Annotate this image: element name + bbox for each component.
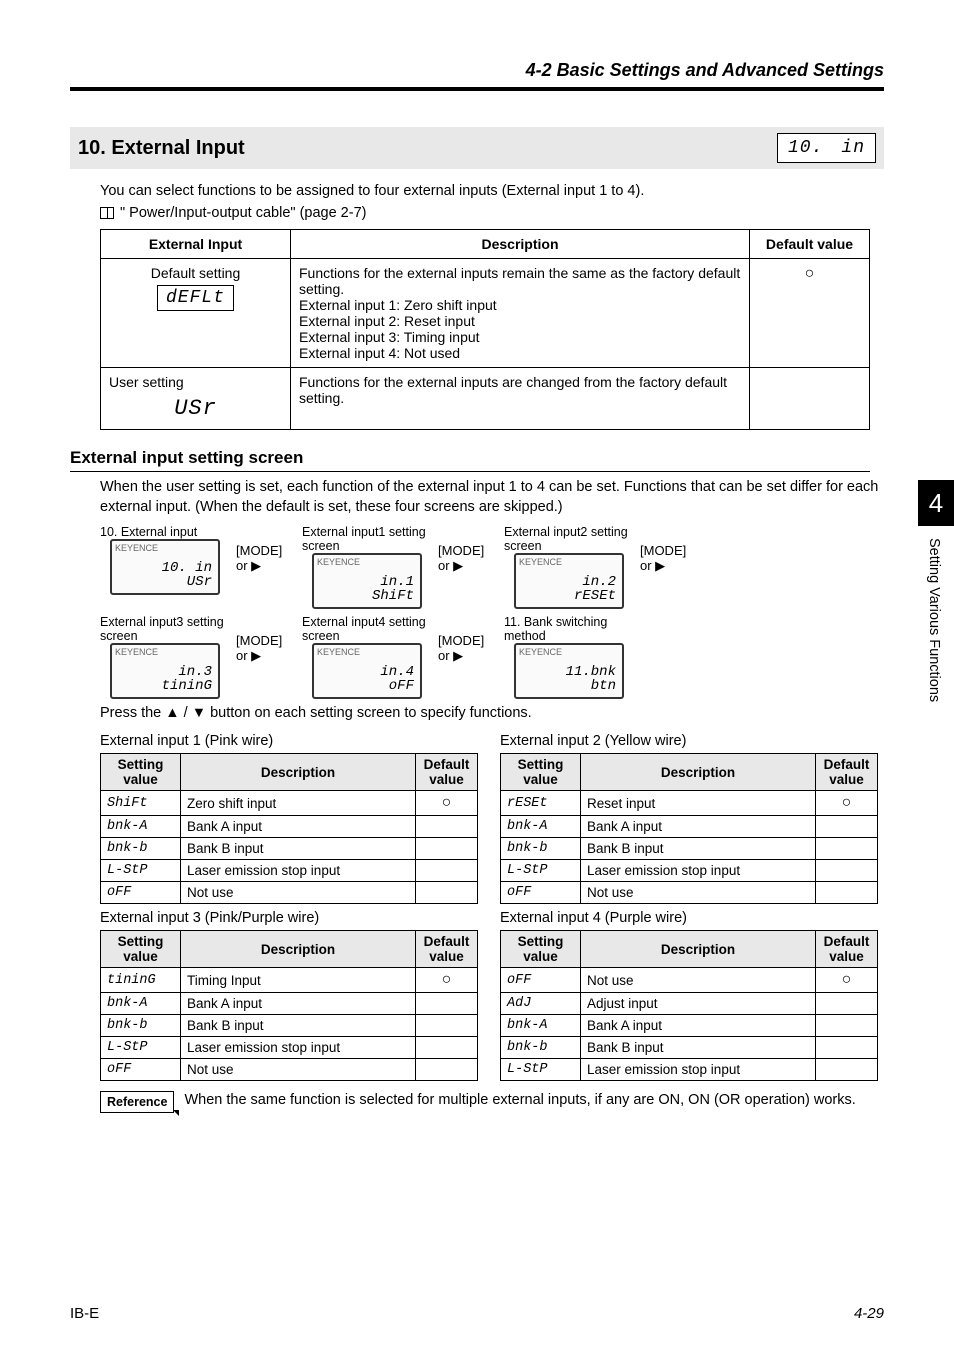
subsection-heading: External input setting screen xyxy=(70,448,870,472)
chapter-tab: 4 Setting Various Functions xyxy=(918,480,954,714)
input3-table: Setting value Description Default value … xyxy=(100,930,478,1081)
input2-table: Setting value Description Default value … xyxy=(500,753,878,904)
mode-arrow: [MODE] or ▶ xyxy=(438,633,498,664)
table-row: Default setting dEFLt xyxy=(101,259,291,368)
badge-code: in xyxy=(841,138,865,158)
section-title: 10. External Input xyxy=(78,137,765,160)
setting-flow-row2: External input3 setting screen KEYENCE i… xyxy=(100,615,884,699)
mini-screen: KEYENCE in.1 ShiFt xyxy=(312,553,422,609)
external-input-table: External Input Description Default value… xyxy=(100,229,870,430)
footer-page-number: 4-29 xyxy=(854,1305,884,1322)
mini-screen: KEYENCE 11.bnk btn xyxy=(514,643,624,699)
row-seg: USr xyxy=(166,394,225,423)
subsection-text: When the user setting is set, each funct… xyxy=(100,478,884,517)
flow-label: External input3 setting screen xyxy=(100,615,230,643)
mini-screen: KEYENCE in.2 rESEt xyxy=(514,553,624,609)
press-note: Press the ▲ / ▼ button on each setting s… xyxy=(100,705,884,721)
row-label: User setting xyxy=(109,374,282,390)
mini-screen: KEYENCE in.3 tininG xyxy=(110,643,220,699)
chapter-title: Setting Various Functions xyxy=(918,526,950,714)
section-badge: 10. in xyxy=(777,133,876,163)
th-description: Description xyxy=(291,230,750,259)
row-seg: dEFLt xyxy=(157,285,234,311)
badge-number: 10. xyxy=(788,138,823,158)
row-label: Default setting xyxy=(109,265,282,281)
table-caption-in4: External input 4 (Purple wire) xyxy=(500,910,878,926)
table-row: User setting USr xyxy=(101,368,291,430)
row-desc: Functions for the external inputs remain… xyxy=(291,259,750,368)
mini-screen: KEYENCE 10. in USr xyxy=(110,539,220,595)
th-sv: Setting value xyxy=(101,754,181,791)
flow-label: External input4 setting screen xyxy=(302,615,432,643)
section-intro: You can select functions to be assigned … xyxy=(100,183,884,199)
flow-label: External input2 setting screen xyxy=(504,525,634,553)
th-default-value: Default value xyxy=(750,230,870,259)
flow-label: External input1 setting screen xyxy=(302,525,432,553)
flow-label: 10. External input xyxy=(100,525,230,539)
row-default: ○ xyxy=(750,259,870,368)
input1-table: Setting value Description Default value … xyxy=(100,753,478,904)
flow-label: 11. Bank switching method xyxy=(504,615,634,643)
reference-badge: Reference xyxy=(100,1091,174,1113)
row-default xyxy=(750,368,870,430)
table-caption-in2: External input 2 (Yellow wire) xyxy=(500,733,878,749)
book-icon xyxy=(100,207,114,219)
mode-arrow: [MODE] or ▶ xyxy=(236,543,296,574)
th-desc: Description xyxy=(181,754,416,791)
chapter-number: 4 xyxy=(918,480,954,526)
th-external-input: External Input xyxy=(101,230,291,259)
mini-screen: KEYENCE in.4 oFF xyxy=(312,643,422,699)
setting-flow-row1: 10. External input KEYENCE 10. in USr [M… xyxy=(100,525,884,609)
book-reference: " Power/Input-output cable" (page 2-7) xyxy=(120,205,366,221)
reference-text: When the same function is selected for m… xyxy=(184,1091,884,1111)
th-def: Default value xyxy=(416,754,478,791)
row-desc: Functions for the external inputs are ch… xyxy=(291,368,750,430)
mode-arrow: [MODE] or ▶ xyxy=(640,543,700,574)
mode-arrow: [MODE] or ▶ xyxy=(438,543,498,574)
footer-doc-id: IB-E xyxy=(70,1305,99,1322)
mode-arrow: [MODE] or ▶ xyxy=(236,633,296,664)
table-caption-in1: External input 1 (Pink wire) xyxy=(100,733,478,749)
input4-table: Setting value Description Default value … xyxy=(500,930,878,1081)
page-header-title: 4-2 Basic Settings and Advanced Settings xyxy=(70,60,884,91)
table-caption-in3: External input 3 (Pink/Purple wire) xyxy=(100,910,478,926)
